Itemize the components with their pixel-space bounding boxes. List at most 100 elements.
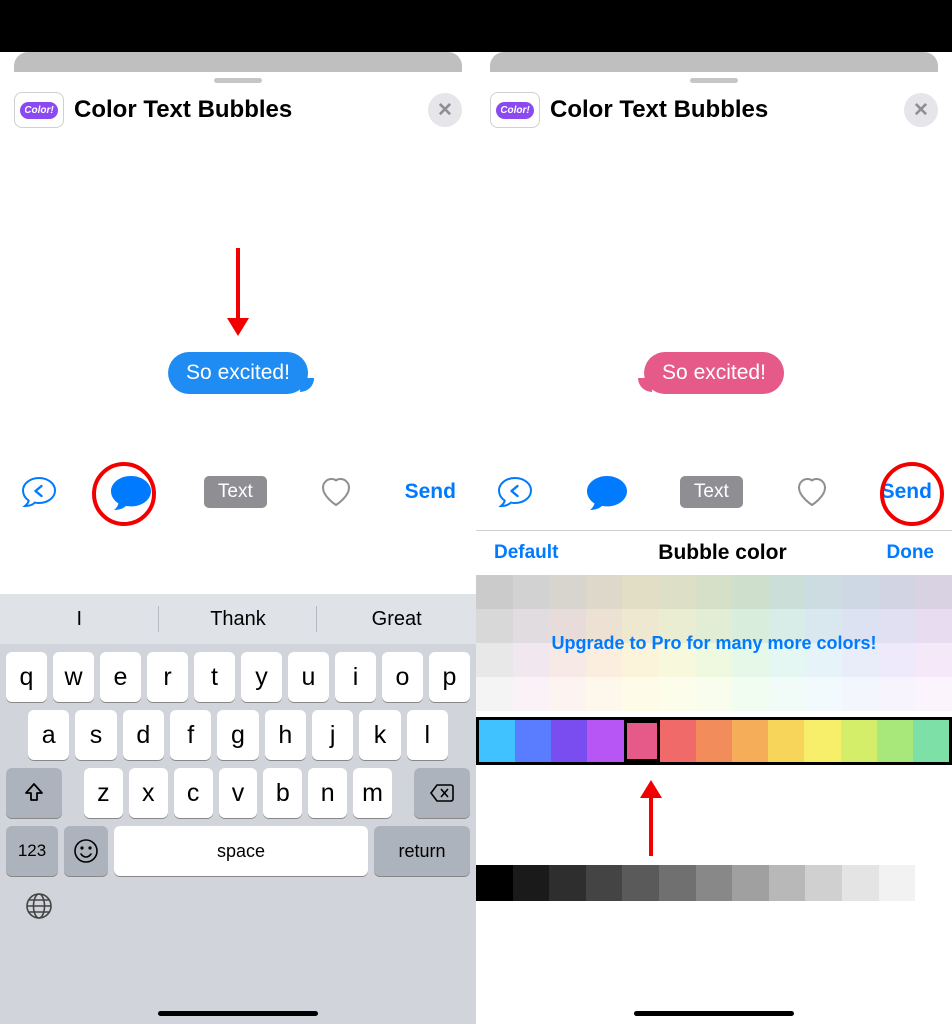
color-swatch[interactable] — [513, 609, 550, 643]
color-swatch[interactable] — [768, 720, 804, 762]
key-n[interactable]: n — [308, 768, 347, 818]
send-button[interactable]: Send — [881, 480, 932, 504]
color-swatch[interactable] — [659, 575, 696, 609]
key-f[interactable]: f — [170, 710, 211, 760]
color-swatch[interactable] — [915, 643, 952, 677]
done-button[interactable]: Done — [887, 542, 935, 564]
key-w[interactable]: w — [53, 652, 94, 702]
color-swatch[interactable] — [659, 677, 696, 711]
globe-icon[interactable] — [24, 891, 54, 921]
color-swatch[interactable] — [549, 575, 586, 609]
color-swatch[interactable] — [696, 643, 733, 677]
key-g[interactable]: g — [217, 710, 258, 760]
color-swatch[interactable] — [769, 865, 806, 901]
color-swatch[interactable] — [622, 575, 659, 609]
key-y[interactable]: y — [241, 652, 282, 702]
color-swatch[interactable] — [586, 643, 623, 677]
color-swatch[interactable] — [696, 720, 732, 762]
color-swatch[interactable] — [732, 677, 769, 711]
key-j[interactable]: j — [312, 710, 353, 760]
color-swatch[interactable] — [805, 677, 842, 711]
key-t[interactable]: t — [194, 652, 235, 702]
color-swatch[interactable] — [696, 609, 733, 643]
color-swatch[interactable] — [513, 575, 550, 609]
color-swatch[interactable] — [769, 609, 806, 643]
reply-bubble-button[interactable] — [20, 475, 58, 509]
send-button[interactable]: Send — [405, 480, 456, 504]
message-bubble[interactable]: So excited! — [168, 352, 308, 394]
color-swatch[interactable] — [549, 677, 586, 711]
color-swatch[interactable] — [476, 575, 513, 609]
key-c[interactable]: c — [174, 768, 213, 818]
color-swatch[interactable] — [515, 720, 551, 762]
color-swatch[interactable] — [622, 609, 659, 643]
color-swatch[interactable] — [842, 609, 879, 643]
color-swatch[interactable] — [805, 643, 842, 677]
color-swatch[interactable] — [915, 575, 952, 609]
key-d[interactable]: d — [123, 710, 164, 760]
color-swatch[interactable] — [769, 677, 806, 711]
emoji-key[interactable] — [64, 826, 108, 876]
color-swatch[interactable] — [805, 609, 842, 643]
key-a[interactable]: a — [28, 710, 69, 760]
key-p[interactable]: p — [429, 652, 470, 702]
key-h[interactable]: h — [265, 710, 306, 760]
color-swatch[interactable] — [879, 575, 916, 609]
key-e[interactable]: e — [100, 652, 141, 702]
color-swatch[interactable] — [513, 677, 550, 711]
color-swatch[interactable] — [915, 609, 952, 643]
color-swatch[interactable] — [549, 643, 586, 677]
color-swatch[interactable] — [622, 677, 659, 711]
key-i[interactable]: i — [335, 652, 376, 702]
bubble-color-button[interactable] — [108, 472, 154, 512]
key-s[interactable]: s — [75, 710, 116, 760]
color-swatch[interactable] — [479, 720, 515, 762]
color-swatch[interactable] — [804, 720, 840, 762]
prediction-1[interactable]: I — [0, 594, 159, 644]
color-swatch[interactable] — [732, 575, 769, 609]
color-swatch[interactable] — [769, 643, 806, 677]
key-v[interactable]: v — [219, 768, 258, 818]
color-swatch[interactable] — [877, 720, 913, 762]
color-swatch[interactable] — [476, 609, 513, 643]
color-swatch[interactable] — [696, 865, 733, 901]
favorite-button[interactable] — [793, 475, 831, 509]
color-swatch[interactable] — [586, 677, 623, 711]
bubble-color-button[interactable] — [584, 472, 630, 512]
color-swatch[interactable] — [805, 575, 842, 609]
sheet-grabber[interactable] — [214, 78, 262, 83]
color-swatch[interactable] — [879, 643, 916, 677]
color-swatch[interactable] — [732, 865, 769, 901]
key-o[interactable]: o — [382, 652, 423, 702]
color-swatch[interactable] — [586, 575, 623, 609]
color-swatch[interactable] — [659, 865, 696, 901]
color-swatch[interactable] — [513, 865, 550, 901]
color-swatch[interactable] — [586, 609, 623, 643]
return-key[interactable]: return — [374, 826, 470, 876]
color-swatch[interactable] — [696, 575, 733, 609]
color-swatch[interactable] — [842, 575, 879, 609]
reply-bubble-button[interactable] — [496, 475, 534, 509]
key-l[interactable]: l — [407, 710, 448, 760]
color-swatch[interactable] — [660, 720, 696, 762]
close-button[interactable]: ✕ — [904, 93, 938, 127]
color-swatch[interactable] — [769, 575, 806, 609]
home-indicator[interactable] — [158, 1011, 318, 1016]
number-key[interactable]: 123 — [6, 826, 58, 876]
shift-key[interactable] — [6, 768, 62, 818]
color-swatch[interactable] — [842, 677, 879, 711]
color-swatch[interactable] — [622, 643, 659, 677]
key-m[interactable]: m — [353, 768, 392, 818]
default-button[interactable]: Default — [494, 542, 558, 564]
message-bubble[interactable]: So excited! — [644, 352, 784, 394]
color-swatch[interactable] — [842, 865, 879, 901]
space-key[interactable]: space — [114, 826, 368, 876]
sheet-grabber[interactable] — [690, 78, 738, 83]
color-swatch[interactable] — [805, 865, 842, 901]
color-swatch[interactable] — [476, 643, 513, 677]
color-swatch[interactable] — [732, 720, 768, 762]
favorite-button[interactable] — [317, 475, 355, 509]
color-swatch[interactable] — [915, 865, 952, 901]
color-swatch[interactable] — [696, 677, 733, 711]
home-indicator[interactable] — [634, 1011, 794, 1016]
